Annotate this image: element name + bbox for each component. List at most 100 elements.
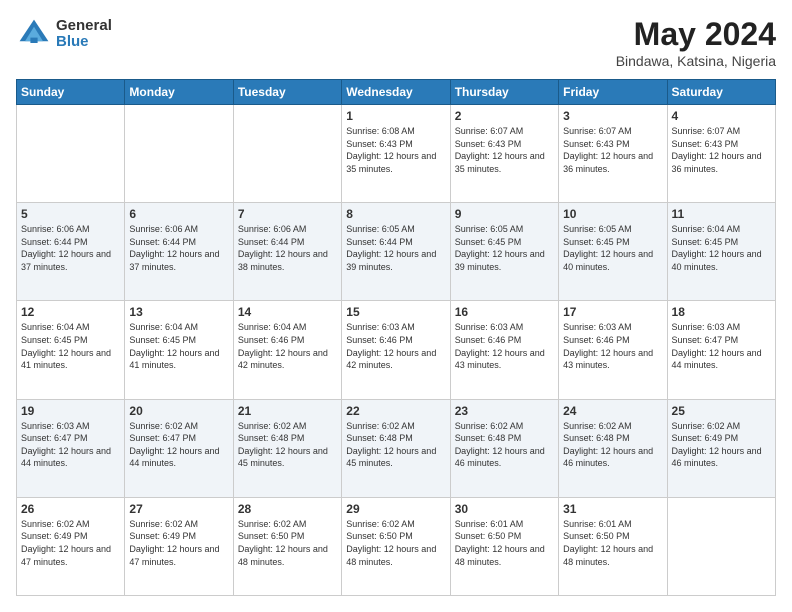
header-tuesday: Tuesday bbox=[233, 80, 341, 105]
day-info: Sunrise: 6:06 AMSunset: 6:44 PMDaylight:… bbox=[238, 224, 328, 272]
day-number: 31 bbox=[563, 502, 662, 516]
day-number: 24 bbox=[563, 404, 662, 418]
day-number: 5 bbox=[21, 207, 120, 221]
day-number: 4 bbox=[672, 109, 771, 123]
day-number: 7 bbox=[238, 207, 337, 221]
day-info: Sunrise: 6:05 AMSunset: 6:44 PMDaylight:… bbox=[346, 224, 436, 272]
day-number: 21 bbox=[238, 404, 337, 418]
day-info: Sunrise: 6:02 AMSunset: 6:48 PMDaylight:… bbox=[346, 421, 436, 469]
day-info: Sunrise: 6:04 AMSunset: 6:45 PMDaylight:… bbox=[672, 224, 762, 272]
header-friday: Friday bbox=[559, 80, 667, 105]
day-info: Sunrise: 6:02 AMSunset: 6:50 PMDaylight:… bbox=[346, 519, 436, 567]
day-info: Sunrise: 6:06 AMSunset: 6:44 PMDaylight:… bbox=[21, 224, 111, 272]
table-row: 5 Sunrise: 6:06 AMSunset: 6:44 PMDaylight… bbox=[17, 203, 125, 301]
calendar-subtitle: Bindawa, Katsina, Nigeria bbox=[616, 53, 776, 69]
table-row: 8 Sunrise: 6:05 AMSunset: 6:44 PMDaylight… bbox=[342, 203, 450, 301]
table-row: 16 Sunrise: 6:03 AMSunset: 6:46 PMDayligh… bbox=[450, 301, 558, 399]
table-row: 6Sunrise: 6:06 AMSunset: 6:44 PMDaylight… bbox=[125, 203, 233, 301]
calendar-table: Sunday Monday Tuesday Wednesday Thursday… bbox=[16, 79, 776, 596]
table-row bbox=[667, 497, 775, 595]
week-row-0: 1 Sunrise: 6:08 AMSunset: 6:43 PMDaylight… bbox=[17, 105, 776, 203]
day-number: 28 bbox=[238, 502, 337, 516]
day-number: 26 bbox=[21, 502, 120, 516]
day-info: Sunrise: 6:07 AMSunset: 6:43 PMDaylight:… bbox=[672, 126, 762, 174]
day-number: 18 bbox=[672, 305, 771, 319]
table-row: 14Sunrise: 6:04 AMSunset: 6:46 PMDayligh… bbox=[233, 301, 341, 399]
day-info: Sunrise: 6:03 AMSunset: 6:46 PMDaylight:… bbox=[563, 322, 653, 370]
logo-general: General bbox=[56, 18, 112, 35]
calendar-title: May 2024 bbox=[616, 16, 776, 53]
week-row-4: 26 Sunrise: 6:02 AMSunset: 6:49 PMDayligh… bbox=[17, 497, 776, 595]
day-number: 16 bbox=[455, 305, 554, 319]
header-saturday: Saturday bbox=[667, 80, 775, 105]
day-info: Sunrise: 6:04 AMSunset: 6:45 PMDaylight:… bbox=[21, 322, 111, 370]
table-row: 23 Sunrise: 6:02 AMSunset: 6:48 PMDayligh… bbox=[450, 399, 558, 497]
table-row: 22Sunrise: 6:02 AMSunset: 6:48 PMDayligh… bbox=[342, 399, 450, 497]
logo-text: General Blue bbox=[56, 18, 112, 51]
table-row: 9Sunrise: 6:05 AMSunset: 6:45 PMDaylight… bbox=[450, 203, 558, 301]
day-info: Sunrise: 6:07 AMSunset: 6:43 PMDaylight:… bbox=[563, 126, 653, 174]
day-info: Sunrise: 6:02 AMSunset: 6:47 PMDaylight:… bbox=[129, 421, 219, 469]
day-info: Sunrise: 6:01 AMSunset: 6:50 PMDaylight:… bbox=[455, 519, 545, 567]
table-row: 4 Sunrise: 6:07 AMSunset: 6:43 PMDaylight… bbox=[667, 105, 775, 203]
table-row: 18 Sunrise: 6:03 AMSunset: 6:47 PMDayligh… bbox=[667, 301, 775, 399]
table-row: 17 Sunrise: 6:03 AMSunset: 6:46 PMDayligh… bbox=[559, 301, 667, 399]
day-number: 13 bbox=[129, 305, 228, 319]
header-sunday: Sunday bbox=[17, 80, 125, 105]
day-number: 2 bbox=[455, 109, 554, 123]
day-number: 15 bbox=[346, 305, 445, 319]
table-row: 26 Sunrise: 6:02 AMSunset: 6:49 PMDayligh… bbox=[17, 497, 125, 595]
title-area: May 2024 Bindawa, Katsina, Nigeria bbox=[616, 16, 776, 69]
table-row: 13 Sunrise: 6:04 AMSunset: 6:45 PMDayligh… bbox=[125, 301, 233, 399]
day-number: 17 bbox=[563, 305, 662, 319]
day-info: Sunrise: 6:01 AMSunset: 6:50 PMDaylight:… bbox=[563, 519, 653, 567]
table-row: 28 Sunrise: 6:02 AMSunset: 6:50 PMDayligh… bbox=[233, 497, 341, 595]
day-info: Sunrise: 6:02 AMSunset: 6:50 PMDaylight:… bbox=[238, 519, 328, 567]
day-info: Sunrise: 6:03 AMSunset: 6:47 PMDaylight:… bbox=[21, 421, 111, 469]
day-number: 8 bbox=[346, 207, 445, 221]
table-row: 25Sunrise: 6:02 AMSunset: 6:49 PMDayligh… bbox=[667, 399, 775, 497]
day-info: Sunrise: 6:02 AMSunset: 6:48 PMDaylight:… bbox=[455, 421, 545, 469]
header-wednesday: Wednesday bbox=[342, 80, 450, 105]
table-row: 10Sunrise: 6:05 AMSunset: 6:45 PMDayligh… bbox=[559, 203, 667, 301]
day-info: Sunrise: 6:04 AMSunset: 6:45 PMDaylight:… bbox=[129, 322, 219, 370]
day-number: 25 bbox=[672, 404, 771, 418]
day-number: 12 bbox=[21, 305, 120, 319]
header-monday: Monday bbox=[125, 80, 233, 105]
day-number: 20 bbox=[129, 404, 228, 418]
day-info: Sunrise: 6:07 AMSunset: 6:43 PMDaylight:… bbox=[455, 126, 545, 174]
day-number: 19 bbox=[21, 404, 120, 418]
page-header: General Blue May 2024 Bindawa, Katsina, … bbox=[16, 16, 776, 69]
logo-blue: Blue bbox=[56, 34, 112, 51]
table-row: 24Sunrise: 6:02 AMSunset: 6:48 PMDayligh… bbox=[559, 399, 667, 497]
table-row: 29 Sunrise: 6:02 AMSunset: 6:50 PMDayligh… bbox=[342, 497, 450, 595]
day-info: Sunrise: 6:03 AMSunset: 6:46 PMDaylight:… bbox=[346, 322, 436, 370]
day-info: Sunrise: 6:06 AMSunset: 6:44 PMDaylight:… bbox=[129, 224, 219, 272]
logo-icon bbox=[16, 16, 52, 52]
day-number: 1 bbox=[346, 109, 445, 123]
table-row: 3 Sunrise: 6:07 AMSunset: 6:43 PMDaylight… bbox=[559, 105, 667, 203]
day-number: 23 bbox=[455, 404, 554, 418]
week-row-3: 19 Sunrise: 6:03 AMSunset: 6:47 PMDayligh… bbox=[17, 399, 776, 497]
day-number: 9 bbox=[455, 207, 554, 221]
table-row bbox=[125, 105, 233, 203]
table-row: 27 Sunrise: 6:02 AMSunset: 6:49 PMDayligh… bbox=[125, 497, 233, 595]
day-info: Sunrise: 6:02 AMSunset: 6:49 PMDaylight:… bbox=[129, 519, 219, 567]
table-row: 1 Sunrise: 6:08 AMSunset: 6:43 PMDaylight… bbox=[342, 105, 450, 203]
day-number: 29 bbox=[346, 502, 445, 516]
day-info: Sunrise: 6:08 AMSunset: 6:43 PMDaylight:… bbox=[346, 126, 436, 174]
day-number: 3 bbox=[563, 109, 662, 123]
table-row: 20 Sunrise: 6:02 AMSunset: 6:47 PMDayligh… bbox=[125, 399, 233, 497]
day-info: Sunrise: 6:02 AMSunset: 6:49 PMDaylight:… bbox=[21, 519, 111, 567]
day-info: Sunrise: 6:03 AMSunset: 6:46 PMDaylight:… bbox=[455, 322, 545, 370]
day-number: 30 bbox=[455, 502, 554, 516]
day-info: Sunrise: 6:03 AMSunset: 6:47 PMDaylight:… bbox=[672, 322, 762, 370]
day-number: 27 bbox=[129, 502, 228, 516]
day-number: 11 bbox=[672, 207, 771, 221]
table-row: 2 Sunrise: 6:07 AMSunset: 6:43 PMDaylight… bbox=[450, 105, 558, 203]
table-row bbox=[233, 105, 341, 203]
logo: General Blue bbox=[16, 16, 112, 52]
table-row: 12 Sunrise: 6:04 AMSunset: 6:45 PMDayligh… bbox=[17, 301, 125, 399]
table-row: 30 Sunrise: 6:01 AMSunset: 6:50 PMDayligh… bbox=[450, 497, 558, 595]
table-row: 19 Sunrise: 6:03 AMSunset: 6:47 PMDayligh… bbox=[17, 399, 125, 497]
